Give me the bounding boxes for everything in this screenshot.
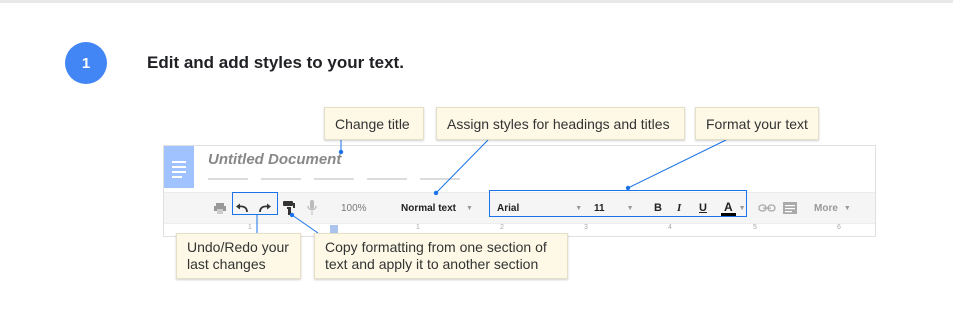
callout-copy-formatting: Copy formatting from one section of text… [314, 233, 568, 279]
zoom-select[interactable]: 100% [341, 193, 367, 223]
menu-placeholder[interactable] [261, 178, 301, 180]
ruler-number: 5 [753, 224, 757, 231]
text-format-highlight [489, 190, 747, 217]
menu-placeholder[interactable] [420, 178, 460, 180]
callout-format-text: Format your text [695, 107, 819, 140]
step-number-badge: 1 [65, 42, 107, 84]
paint-format-icon[interactable] [283, 193, 295, 223]
callout-undo-redo: Undo/Redo your last changes [176, 233, 301, 279]
more-menu[interactable]: More ▼ [814, 193, 851, 223]
chevron-down-icon: ▼ [466, 204, 473, 212]
indent-marker[interactable] [330, 225, 338, 233]
callout-change-title: Change title [324, 107, 424, 140]
ruler-number: 1 [416, 224, 420, 231]
menu-placeholder[interactable] [367, 178, 407, 180]
docs-logo-icon[interactable] [164, 146, 194, 188]
ruler-number: 1 [248, 224, 252, 231]
microphone-icon[interactable] [307, 193, 317, 223]
document-title[interactable]: Untitled Document [208, 151, 341, 168]
ruler-number: 6 [837, 224, 841, 231]
ruler-number: 2 [500, 224, 504, 231]
undo-redo-highlight [232, 192, 278, 215]
chevron-down-icon: ▼ [843, 204, 851, 212]
comment-icon[interactable] [783, 193, 797, 223]
ruler-number: 3 [584, 224, 588, 231]
link-icon[interactable] [758, 193, 776, 223]
menu-placeholder[interactable] [208, 178, 248, 180]
more-label: More [814, 202, 838, 214]
menu-placeholder[interactable] [314, 178, 354, 180]
style-value: Normal text [401, 202, 457, 214]
top-divider [0, 0, 953, 3]
ruler-number: 4 [668, 224, 672, 231]
step-title: Edit and add styles to your text. [147, 53, 404, 72]
print-icon[interactable] [214, 193, 226, 223]
style-select[interactable]: Normal text ▼ [401, 193, 473, 223]
callout-assign-styles: Assign styles for headings and titles [436, 107, 685, 140]
zoom-value: 100% [341, 202, 367, 214]
